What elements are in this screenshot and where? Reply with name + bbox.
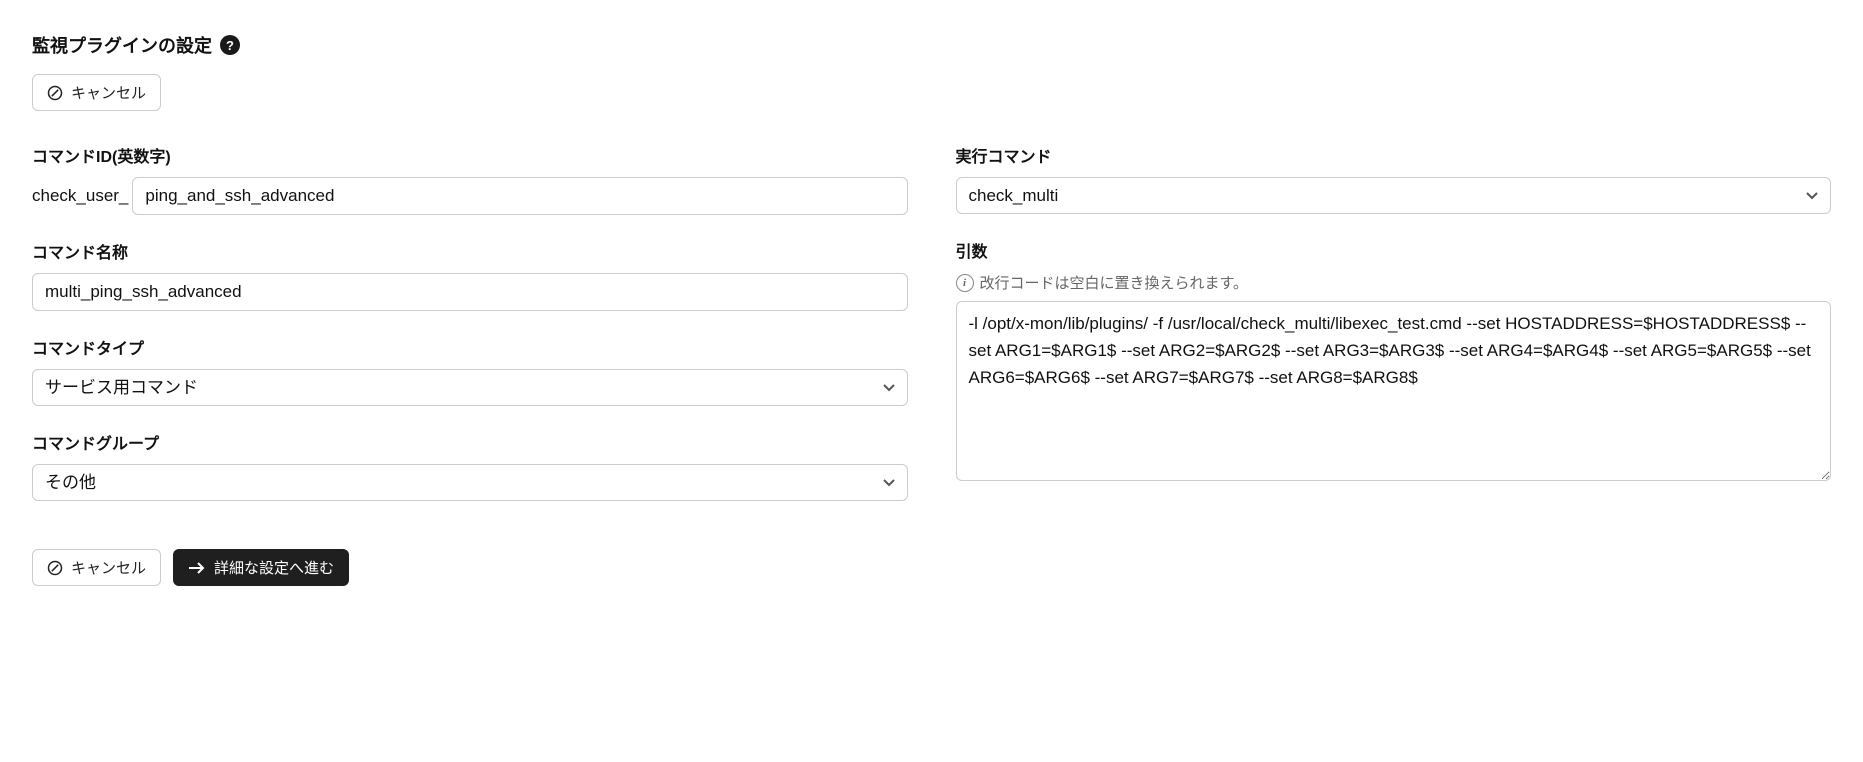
command-id-row: check_user_ — [32, 177, 908, 215]
footer-actions: キャンセル 詳細な設定へ進む — [32, 549, 1831, 586]
label-command-group: コマンドグループ — [32, 430, 908, 454]
toolbar-top: キャンセル — [32, 74, 1831, 111]
label-exec-command: 実行コマンド — [956, 143, 1832, 167]
proceed-button[interactable]: 詳細な設定へ進む — [173, 549, 349, 586]
args-hint-row: i 改行コードは空白に置き換えられます。 — [956, 272, 1832, 293]
label-args: 引数 — [956, 238, 1832, 262]
command-id-prefix: check_user_ — [32, 186, 128, 206]
page-title: 監視プラグインの設定 — [32, 32, 212, 58]
cancel-button[interactable]: キャンセル — [32, 74, 161, 111]
left-column: コマンドID(英数字) check_user_ コマンド名称 コマンドタイプ サ… — [32, 143, 908, 525]
field-command-group: コマンドグループ その他 — [32, 430, 908, 501]
field-exec-command: 実行コマンド check_multi — [956, 143, 1832, 214]
arrow-right-icon — [188, 561, 206, 575]
command-name-input[interactable] — [32, 273, 908, 311]
form-columns: コマンドID(英数字) check_user_ コマンド名称 コマンドタイプ サ… — [32, 143, 1831, 525]
field-command-type: コマンドタイプ サービス用コマンド — [32, 335, 908, 406]
command-type-select[interactable]: サービス用コマンド — [32, 369, 908, 406]
field-command-name: コマンド名称 — [32, 239, 908, 311]
cancel-button-label: キャンセル — [71, 82, 146, 103]
label-command-name: コマンド名称 — [32, 239, 908, 263]
info-icon: i — [956, 274, 974, 292]
command-id-input[interactable] — [132, 177, 907, 215]
help-icon[interactable]: ? — [220, 35, 240, 55]
args-textarea[interactable] — [956, 301, 1832, 481]
cancel-icon — [47, 85, 63, 101]
command-group-select[interactable]: その他 — [32, 464, 908, 501]
exec-command-select[interactable]: check_multi — [956, 177, 1832, 214]
cancel-button-footer-label: キャンセル — [71, 557, 146, 578]
label-command-id: コマンドID(英数字) — [32, 143, 908, 167]
right-column: 実行コマンド check_multi 引数 i 改行コードは空白に置き換えられま… — [956, 143, 1832, 510]
field-command-id: コマンドID(英数字) check_user_ — [32, 143, 908, 215]
cancel-icon — [47, 560, 63, 576]
args-hint-text: 改行コードは空白に置き換えられます。 — [980, 272, 1249, 293]
page-header: 監視プラグインの設定 ? — [32, 32, 1831, 58]
label-command-type: コマンドタイプ — [32, 335, 908, 359]
cancel-button-footer[interactable]: キャンセル — [32, 549, 161, 586]
field-args: 引数 i 改行コードは空白に置き換えられます。 — [956, 238, 1832, 486]
proceed-button-label: 詳細な設定へ進む — [214, 557, 334, 578]
